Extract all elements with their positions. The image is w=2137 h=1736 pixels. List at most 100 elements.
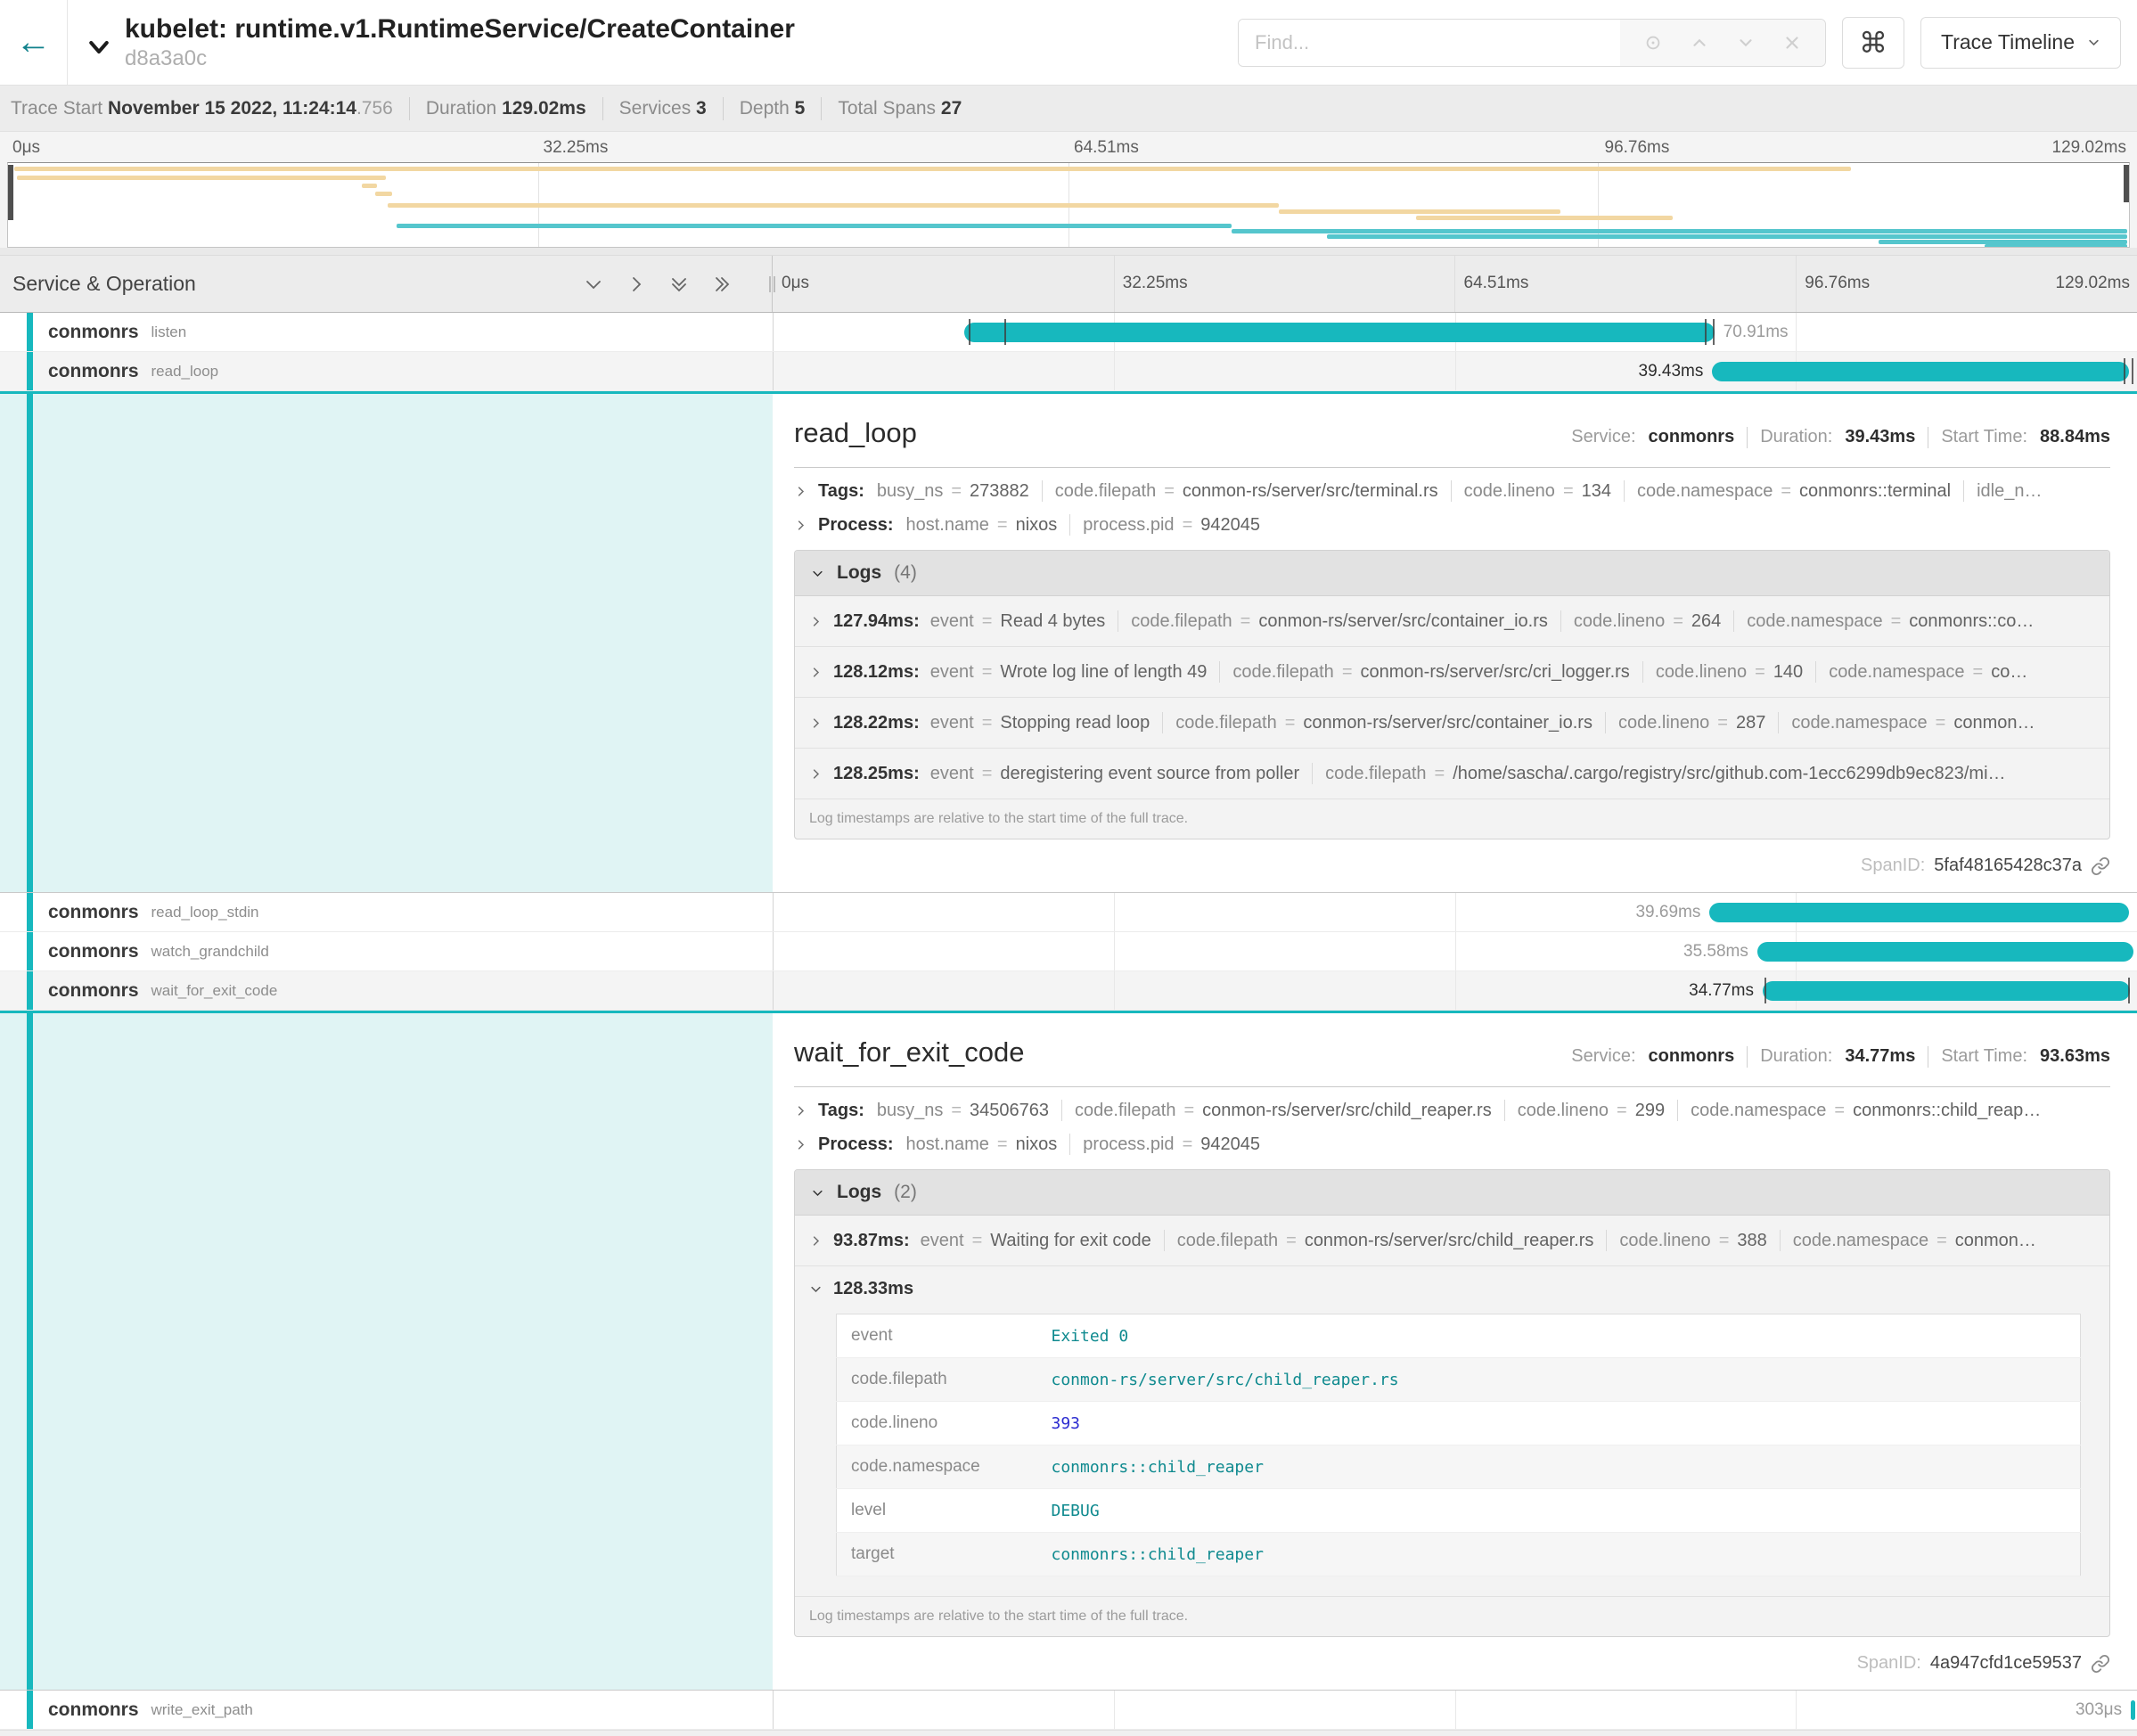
minimap-span-segment <box>1279 209 1561 214</box>
axis-tick: 32.25ms <box>1123 274 1188 293</box>
minimap-range-handle[interactable] <box>2124 165 2129 202</box>
log-marker <box>2132 358 2133 384</box>
log-entry[interactable]: 128.25ms: event=deregistering event sour… <box>795 749 2109 798</box>
chevron-right-icon <box>809 1234 823 1248</box>
log-fields-table: event Exited 0 code.filepath conmon-rs/s… <box>836 1314 2081 1576</box>
process-accordion[interactable]: Process: host.name=nixos process.pid=942… <box>794 1134 2110 1155</box>
collapse-all-icon[interactable] <box>668 274 690 295</box>
span-bar[interactable]: 35.58ms <box>1757 942 2133 962</box>
logs-accordion-header[interactable]: Logs (4) <box>795 551 2109 596</box>
tags-accordion[interactable]: Tags: busy_ns=34506763 code.filepath=con… <box>794 1100 2110 1121</box>
span-timeline-cell[interactable]: 70.91ms <box>773 313 2137 351</box>
trace-title-collapse-toggle[interactable] <box>86 34 112 61</box>
span-id-label: SpanID: <box>1861 856 1925 876</box>
span-timeline-cell[interactable]: 39.43ms <box>773 352 2137 390</box>
log-marker <box>2128 978 2130 1003</box>
divider <box>723 97 724 120</box>
span-detail-meta: Service:conmonrs Duration:34.77ms Start … <box>1571 1046 2110 1068</box>
minimap-canvas[interactable] <box>7 162 2130 248</box>
span-bar[interactable]: 39.69ms <box>1709 903 2128 922</box>
operation-name: listen <box>151 323 187 341</box>
service-name: conmonrs <box>48 1699 139 1721</box>
trace-start: Trace Start November 15 2022, 11:24:14.7… <box>11 98 393 119</box>
span-list-header: Service & Operation 0μs 32.25ms 64.51ms … <box>0 256 2137 313</box>
operation-name: read_loop_stdin <box>151 904 259 921</box>
process-accordion[interactable]: Process: host.name=nixos process.pid=942… <box>794 514 2110 536</box>
minimap-span-segment <box>375 192 392 196</box>
log-entry[interactable]: 127.94ms: event=Read 4 bytes code.filepa… <box>795 596 2109 647</box>
locate-icon[interactable] <box>1643 33 1663 53</box>
span-timeline-cell[interactable]: 303μs <box>773 1691 2137 1729</box>
find-input[interactable] <box>1239 20 1620 66</box>
span-detail-accent-column <box>0 1013 773 1690</box>
operation-name: watch_grandchild <box>151 943 269 961</box>
axis-tick: 129.02ms <box>2052 138 2126 158</box>
log-entry-expanded-header[interactable]: 128.33ms <box>809 1279 2095 1299</box>
axis-tick: 32.25ms <box>544 138 609 158</box>
trace-minimap: 0μs 32.25ms 64.51ms 96.76ms 129.02ms <box>0 132 2137 248</box>
span-row-watch-grandchild: conmonrs watch_grandchild 35.58ms <box>0 932 2137 971</box>
chevron-right-icon <box>809 615 823 628</box>
minimap-span-segment <box>1416 216 1673 220</box>
span-name-cell[interactable]: conmonrs read_loop_stdin <box>0 893 773 931</box>
span-bar[interactable]: 70.91ms <box>964 323 1715 342</box>
collapse-one-icon[interactable] <box>583 274 604 295</box>
back-arrow-icon: ← <box>16 22 52 62</box>
find-next-icon[interactable] <box>1736 33 1756 53</box>
span-name-cell[interactable]: conmonrs watch_grandchild <box>0 932 773 970</box>
span-bar[interactable]: 39.43ms <box>1712 362 2128 381</box>
span-timeline-cell[interactable]: 35.58ms <box>773 932 2137 970</box>
span-name-cell[interactable]: conmonrs wait_for_exit_code <box>0 971 773 1010</box>
chevron-right-icon <box>794 485 807 498</box>
log-entry[interactable]: 128.22ms: event=Stopping read loop code.… <box>795 698 2109 749</box>
span-row-read-loop: conmonrs read_loop 39.43ms <box>0 352 2137 391</box>
span-duration-label: 39.69ms <box>1635 903 1700 922</box>
span-name-cell[interactable]: conmonrs write_exit_path <box>0 1691 773 1729</box>
chevron-down-icon <box>809 1282 823 1296</box>
link-icon[interactable] <box>2091 1654 2110 1674</box>
link-icon[interactable] <box>2091 856 2110 876</box>
minimap-span-segment <box>1327 234 2126 239</box>
chevron-right-icon <box>809 666 823 679</box>
minimap-range-handle[interactable] <box>8 165 13 220</box>
log-marker <box>2124 358 2125 384</box>
logs-section: Logs (2) 93.87ms: event=Waiting for exit… <box>794 1169 2110 1637</box>
span-bar[interactable]: 303μs <box>2131 1700 2135 1720</box>
span-name-cell[interactable]: conmonrs listen <box>0 313 773 351</box>
find-prev-icon[interactable] <box>1690 33 1709 53</box>
trace-view-selector[interactable]: Trace Timeline <box>1920 17 2121 69</box>
logs-accordion-header[interactable]: Logs (2) <box>795 1170 2109 1216</box>
service-name: conmonrs <box>48 322 139 343</box>
tags-accordion[interactable]: Tags: busy_ns=273882 code.filepath=conmo… <box>794 480 2110 502</box>
next-row-partial <box>0 1730 2137 1736</box>
logs-section: Logs (4) 127.94ms: event=Read 4 bytes co… <box>794 550 2110 839</box>
span-timeline-cell[interactable]: 34.77ms <box>773 971 2137 1010</box>
expand-all-icon[interactable] <box>711 274 733 295</box>
log-entry[interactable]: 93.87ms: event=Waiting for exit code cod… <box>795 1216 2109 1266</box>
find-group <box>1238 19 1826 67</box>
log-marker <box>1713 319 1715 345</box>
trace-view-label: Trace Timeline <box>1941 30 2075 54</box>
find-clear-icon[interactable] <box>1782 33 1802 53</box>
process-label: Process: <box>818 515 894 536</box>
span-duration-label: 34.77ms <box>1689 981 1754 1001</box>
span-row-read-loop-stdin: conmonrs read_loop_stdin 39.69ms <box>0 893 2137 932</box>
log-marker <box>1764 978 1766 1003</box>
divider <box>0 248 2137 256</box>
span-id-label: SpanID: <box>1857 1653 1921 1674</box>
span-name-cell[interactable]: conmonrs read_loop <box>0 352 773 390</box>
expand-one-icon[interactable] <box>626 274 647 295</box>
logs-footnote: Log timestamps are relative to the start… <box>795 798 2109 839</box>
back-button[interactable]: ← <box>0 0 68 85</box>
logs-count: (2) <box>894 1182 917 1203</box>
operation-name: write_exit_path <box>151 1701 253 1719</box>
axis-tick: 96.76ms <box>1805 274 1870 293</box>
trace-summary-bar: Trace Start November 15 2022, 11:24:14.7… <box>0 86 2137 132</box>
log-entry[interactable]: 128.12ms: event=Wrote log line of length… <box>795 647 2109 698</box>
span-detail-wait-for-exit-code: wait_for_exit_code Service:conmonrs Dura… <box>0 1011 2137 1691</box>
span-duration-label: 303μs <box>2076 1700 2122 1720</box>
span-timeline-cell[interactable]: 39.69ms <box>773 893 2137 931</box>
divider <box>409 97 410 120</box>
keyboard-shortcuts-button[interactable]: ⌘ <box>1842 17 1904 69</box>
span-bar[interactable]: 34.77ms <box>1763 981 2130 1001</box>
